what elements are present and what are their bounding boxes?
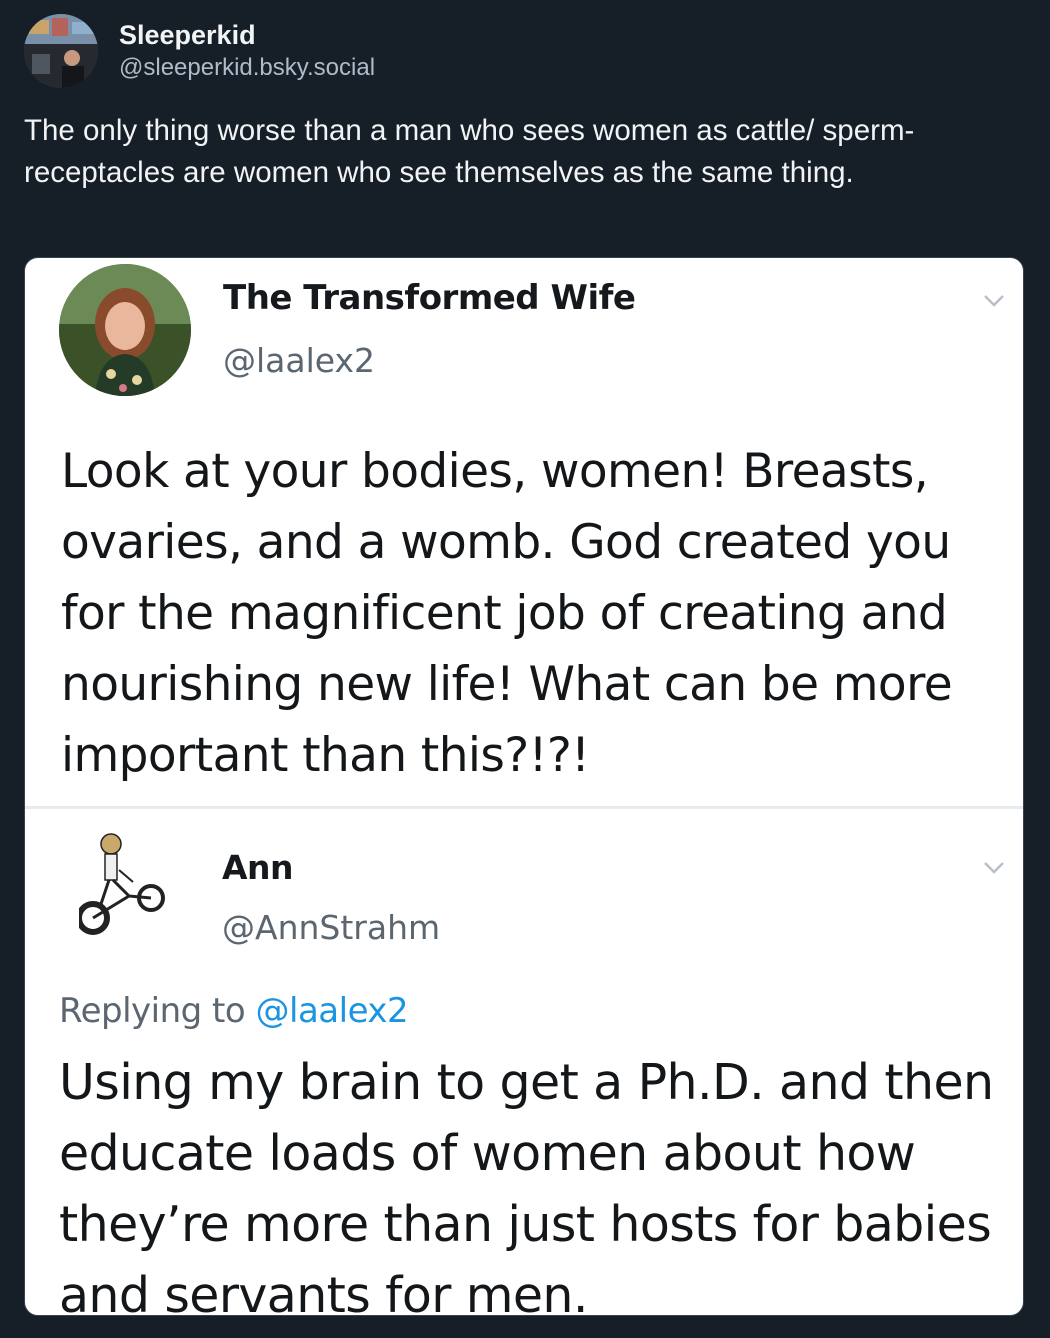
tweet-avatar bbox=[59, 264, 191, 396]
post-handle[interactable]: @sleeperkid.bsky.social bbox=[119, 52, 375, 84]
replying-prefix: Replying to bbox=[59, 991, 246, 1031]
tweet-body: Look at your bodies, women! Breasts, ova… bbox=[61, 444, 953, 783]
post-display-name[interactable]: Sleeperkid bbox=[119, 18, 375, 52]
chevron-down-icon bbox=[983, 294, 1005, 308]
post-text: The only thing worse than a man who sees… bbox=[24, 114, 915, 189]
embedded-tweet-original: The Transformed Wife @laalex2 Look at yo… bbox=[25, 258, 1023, 806]
tweet-author-handle: @AnnStrahm bbox=[222, 908, 441, 947]
tweet-avatar bbox=[79, 826, 191, 938]
replying-mention-link: @laalex2 bbox=[255, 991, 409, 1031]
replying-to-label: Replying to @laalex2 bbox=[59, 991, 409, 1031]
chevron-down-icon bbox=[983, 861, 1005, 875]
embedded-image[interactable]: The Transformed Wife @laalex2 Look at yo… bbox=[24, 257, 1024, 1316]
tweet-author-handle: @laalex2 bbox=[223, 341, 376, 380]
tweet-author-name: Ann bbox=[222, 848, 294, 887]
avatar[interactable] bbox=[24, 14, 98, 88]
tweet-body: Using my brain to get a Ph.D. and then e… bbox=[59, 1054, 994, 1316]
post-header: Sleeperkid @sleeperkid.bsky.social bbox=[24, 13, 375, 89]
tweet-author-name: The Transformed Wife bbox=[223, 278, 636, 318]
embedded-tweet-reply: Ann @AnnStrahm Replying to @laalex2 Usin… bbox=[25, 806, 1023, 1316]
